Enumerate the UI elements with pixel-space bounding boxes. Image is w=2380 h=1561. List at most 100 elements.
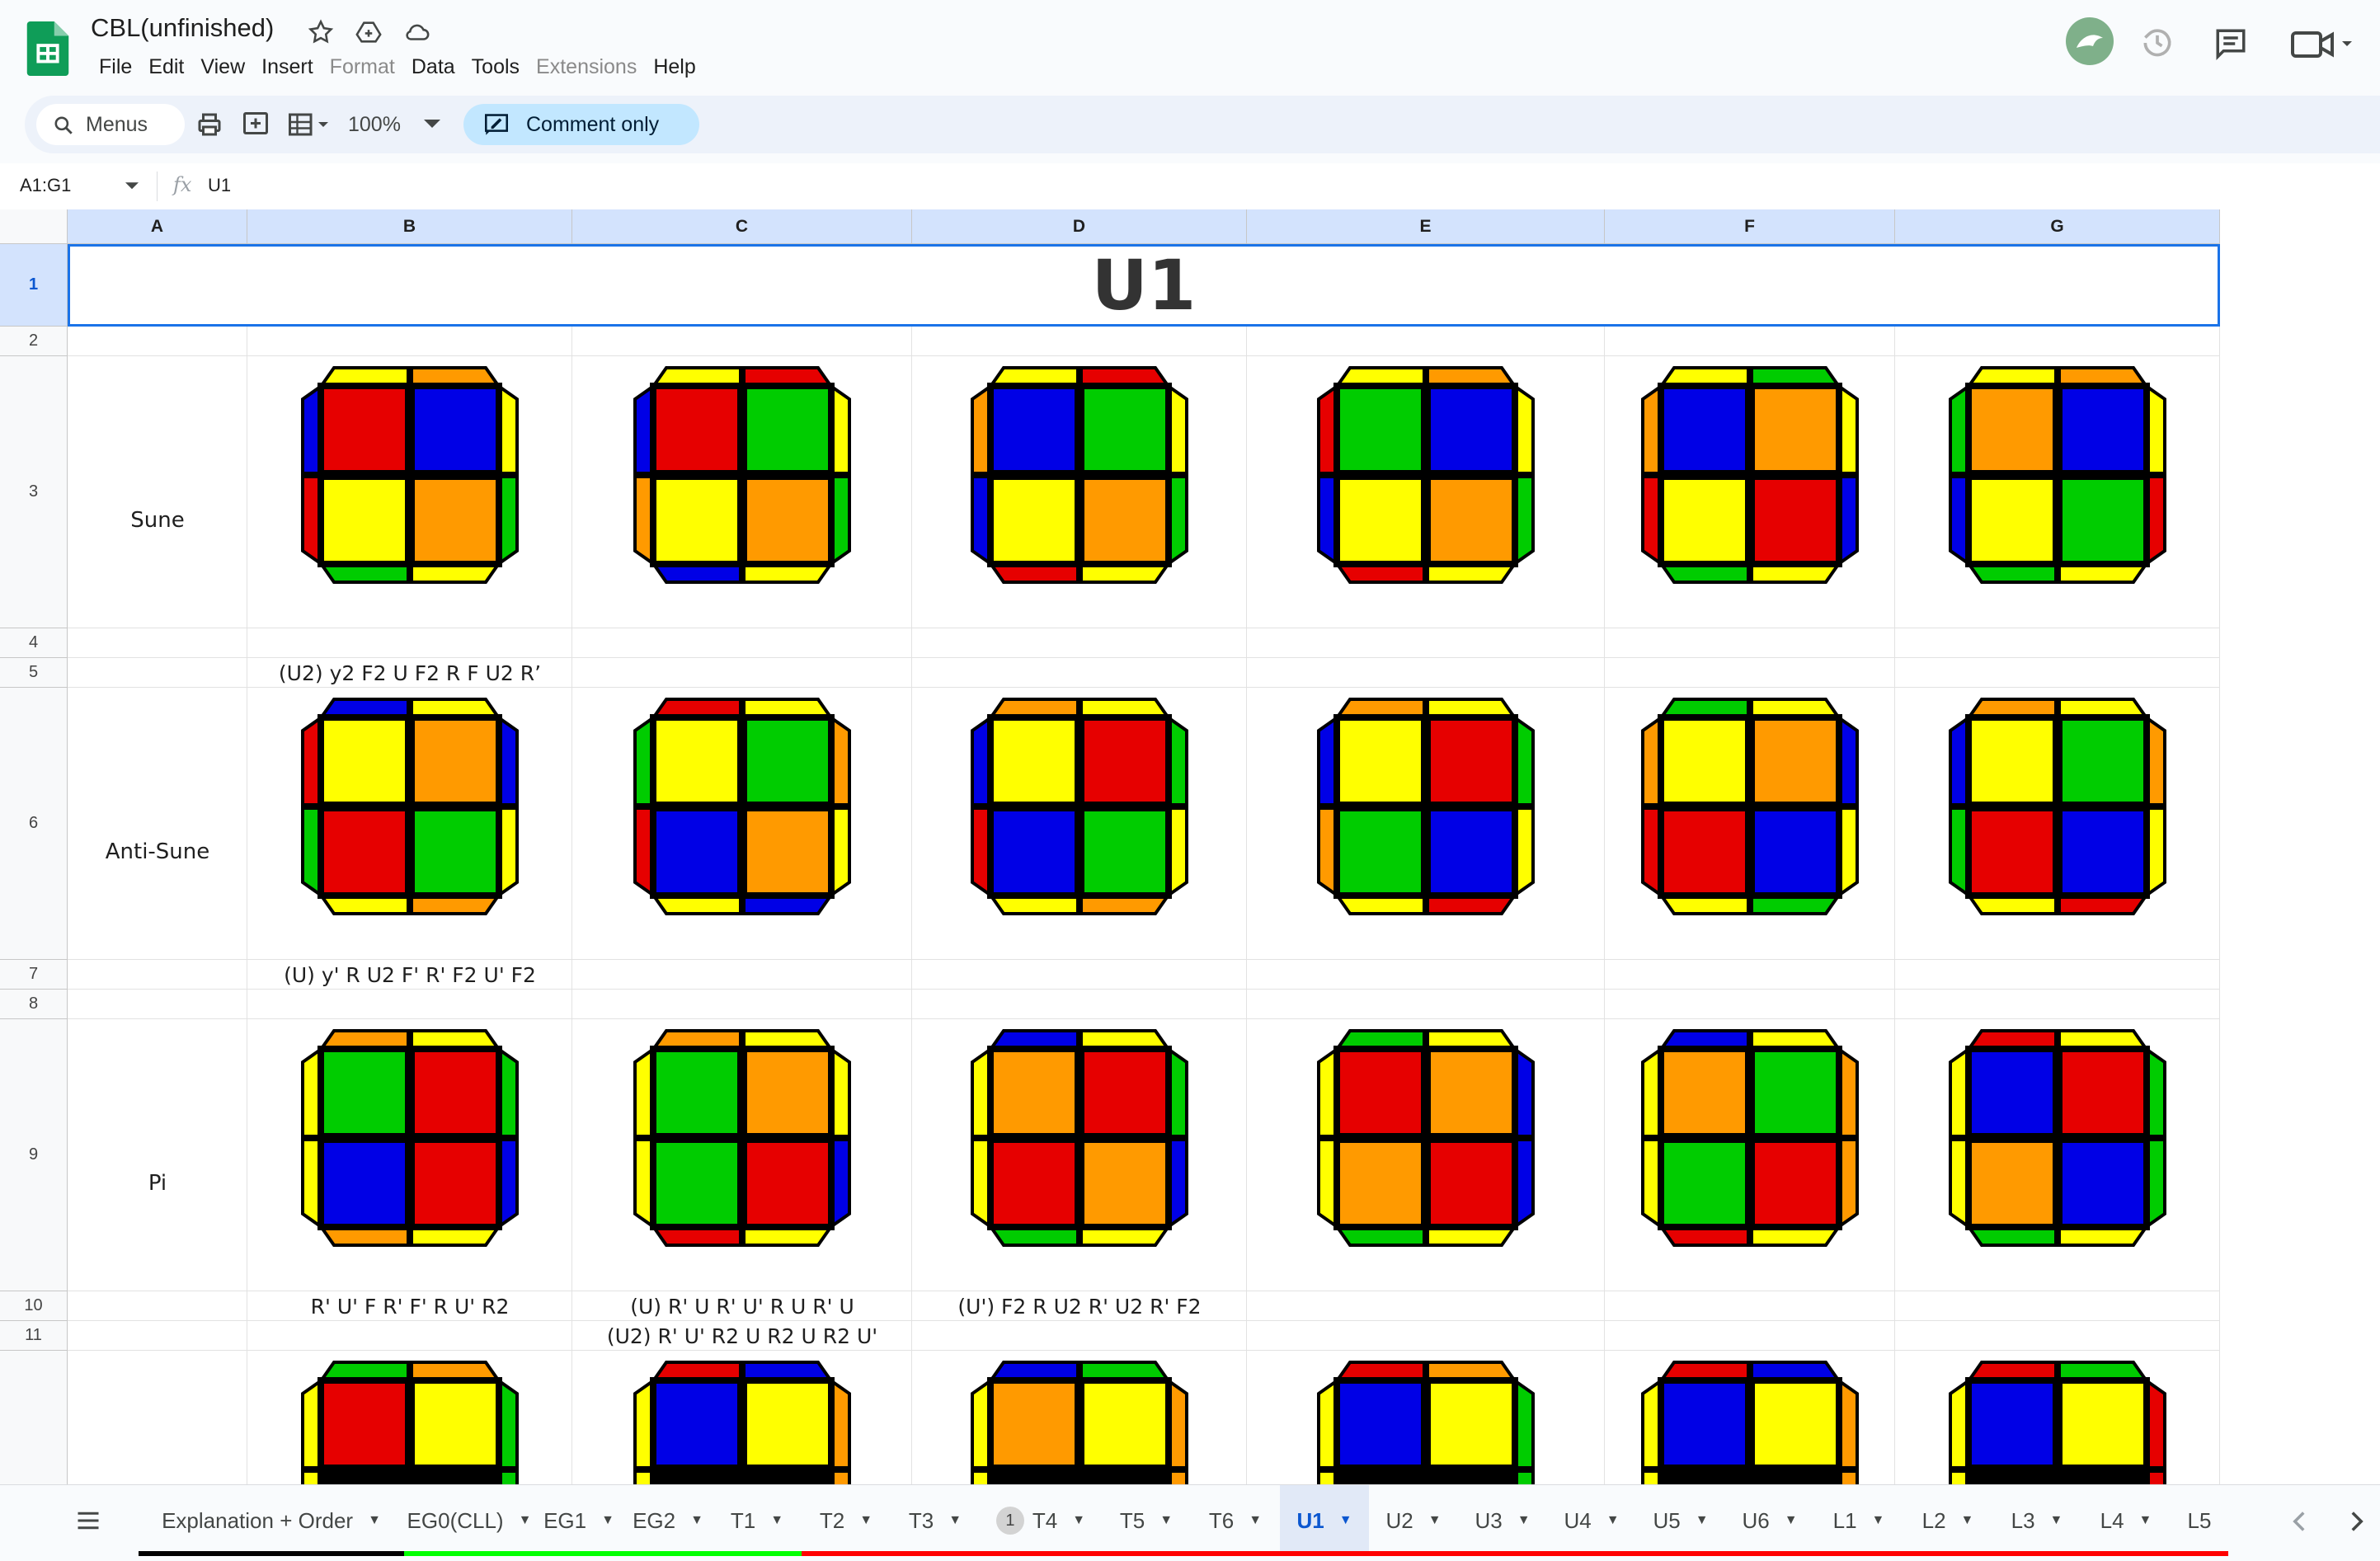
sheet-tab-t6[interactable]: T6 ▼	[1191, 1485, 1280, 1556]
version-history-icon[interactable]	[2139, 25, 2175, 61]
sheet-tab-l3[interactable]: L3 ▼	[1992, 1485, 2081, 1556]
formula-input[interactable]: U1	[208, 175, 231, 196]
face-sticker	[747, 1143, 828, 1224]
sheet-tab-t3[interactable]: T3 ▼	[891, 1485, 980, 1556]
chevron-down-icon[interactable]: ▼	[770, 1513, 783, 1528]
scroll-tabs-left-icon[interactable]	[2289, 1510, 2309, 1533]
chevron-down-icon[interactable]: ▼	[1872, 1513, 1885, 1528]
menu-help[interactable]: Help	[645, 53, 703, 81]
menu-data[interactable]: Data	[403, 53, 463, 81]
bottom-side-sticker	[2058, 1227, 2148, 1247]
menu-insert[interactable]: Insert	[253, 53, 322, 81]
right-side-sticker	[1515, 716, 1535, 806]
chevron-down-icon[interactable]: ▼	[690, 1513, 703, 1528]
tab-color-strip	[1725, 1551, 1814, 1556]
left-side-sticker	[301, 806, 321, 897]
meet-icon[interactable]	[2289, 28, 2355, 61]
chevron-down-icon[interactable]: ▼	[1428, 1513, 1442, 1528]
right-side-sticker	[1169, 806, 1188, 897]
bottom-side-sticker	[742, 564, 833, 584]
face-sticker	[1340, 389, 1421, 470]
menus-search-button[interactable]: Menus	[36, 104, 185, 145]
sheet-tab-label: U5	[1653, 1507, 1681, 1533]
chevron-down-icon[interactable]: ▼	[1072, 1513, 1085, 1528]
chevron-down-icon[interactable]: ▼	[1785, 1513, 1798, 1528]
menu-format[interactable]: Format	[322, 53, 403, 81]
tab-color-strip	[713, 1551, 802, 1556]
sheet-tab-eg0-cll-[interactable]: EG0(CLL) ▼	[404, 1485, 534, 1556]
sheet-tab-u2[interactable]: U2 ▼	[1369, 1485, 1458, 1556]
chevron-down-icon[interactable]: ▼	[1249, 1513, 1262, 1528]
comments-icon[interactable]	[2213, 26, 2248, 61]
print-icon[interactable]	[195, 110, 224, 139]
top-side-sticker	[989, 698, 1079, 717]
all-sheets-menu-icon[interactable]	[76, 1510, 101, 1531]
cube-diagram	[301, 366, 519, 584]
move-to-drive-icon[interactable]	[355, 18, 383, 46]
top-side-sticker	[2058, 366, 2148, 386]
sheet-tab-eg2[interactable]: EG2 ▼	[623, 1485, 713, 1556]
chevron-down-icon[interactable]: ▼	[1159, 1513, 1173, 1528]
sheet-tab-u4[interactable]: U4 ▼	[1547, 1485, 1636, 1556]
sheet-tab-u5[interactable]: U5 ▼	[1636, 1485, 1725, 1556]
top-side-sticker	[410, 1029, 501, 1049]
tab-color-strip	[1636, 1551, 1725, 1556]
sheet-tab-explanation-order[interactable]: Explanation + Order ▼	[139, 1485, 404, 1556]
sheet-tab-t5[interactable]: T5 ▼	[1102, 1485, 1191, 1556]
chevron-down-icon[interactable]: ▼	[2139, 1513, 2152, 1528]
chevron-down-icon[interactable]: ▼	[368, 1513, 381, 1528]
top-side-sticker	[742, 366, 833, 386]
sheets-logo-icon[interactable]	[26, 21, 69, 76]
document-title[interactable]: CBL(unfinished)	[91, 13, 274, 43]
sheet-tab-u1[interactable]: U1 ▼	[1280, 1485, 1369, 1556]
sheet-tab-t2[interactable]: T2 ▼	[802, 1485, 891, 1556]
name-box[interactable]: A1:G1	[20, 175, 71, 196]
top-side-sticker	[1426, 1029, 1517, 1049]
tab-color-strip	[139, 1551, 404, 1556]
top-side-sticker	[651, 698, 742, 717]
sheet-tab-t4[interactable]: 1 T4 ▼	[980, 1485, 1102, 1556]
chevron-down-icon[interactable]: ▼	[948, 1513, 962, 1528]
menu-edit[interactable]: Edit	[140, 53, 192, 81]
sheet-tab-l4[interactable]: L4 ▼	[2081, 1485, 2171, 1556]
bottom-side-sticker	[410, 564, 501, 584]
sheet-tab-label: T2	[819, 1507, 845, 1533]
left-side-sticker	[1317, 1047, 1337, 1138]
face-sticker	[656, 721, 737, 802]
chevron-down-icon[interactable]: ▼	[601, 1513, 614, 1528]
menu-extensions[interactable]: Extensions	[528, 53, 645, 81]
chevron-down-icon[interactable]: ▼	[1696, 1513, 1709, 1528]
sheet-tab-eg1[interactable]: EG1 ▼	[534, 1485, 623, 1556]
name-box-chevron-down-icon[interactable]	[125, 181, 139, 191]
comment-only-mode-button[interactable]: Comment only	[463, 104, 699, 145]
chevron-down-icon[interactable]: ▼	[519, 1513, 532, 1528]
face-sticker	[994, 1143, 1075, 1224]
sheet-tab-u6[interactable]: U6 ▼	[1725, 1485, 1814, 1556]
cloud-saved-icon[interactable]	[402, 18, 430, 46]
bottom-side-sticker	[1426, 564, 1517, 584]
zoom-select[interactable]: 100%	[348, 113, 401, 137]
star-icon[interactable]	[307, 18, 335, 46]
menu-view[interactable]: View	[192, 53, 253, 81]
avatar[interactable]	[2065, 16, 2114, 66]
view-options-icon[interactable]	[285, 110, 332, 139]
top-side-sticker	[1426, 698, 1517, 717]
zoom-chevron-down-icon[interactable]	[424, 119, 440, 130]
spreadsheet-grid[interactable]: A B C D E F G 1 2 3 4 5 6 7 8 9 10 11 12…	[0, 209, 2380, 1484]
chevron-down-icon[interactable]: ▼	[1339, 1513, 1352, 1528]
scroll-tabs-right-icon[interactable]	[2347, 1510, 2367, 1533]
left-side-sticker	[1641, 1379, 1661, 1469]
sheet-tab-l2[interactable]: L2 ▼	[1903, 1485, 1992, 1556]
sheet-tab-u3[interactable]: U3 ▼	[1458, 1485, 1547, 1556]
sheet-tab-t1[interactable]: T1 ▼	[713, 1485, 802, 1556]
chevron-down-icon[interactable]: ▼	[2050, 1513, 2063, 1528]
add-comment-icon[interactable]	[241, 110, 270, 139]
sheet-tab-l1[interactable]: L1 ▼	[1814, 1485, 1903, 1556]
sheet-tab-l5[interactable]: L5	[2171, 1485, 2228, 1556]
chevron-down-icon[interactable]: ▼	[1517, 1513, 1531, 1528]
chevron-down-icon[interactable]: ▼	[1606, 1513, 1620, 1528]
chevron-down-icon[interactable]: ▼	[1961, 1513, 1974, 1528]
menu-tools[interactable]: Tools	[463, 53, 528, 81]
chevron-down-icon[interactable]: ▼	[859, 1513, 873, 1528]
menu-file[interactable]: File	[91, 53, 140, 81]
